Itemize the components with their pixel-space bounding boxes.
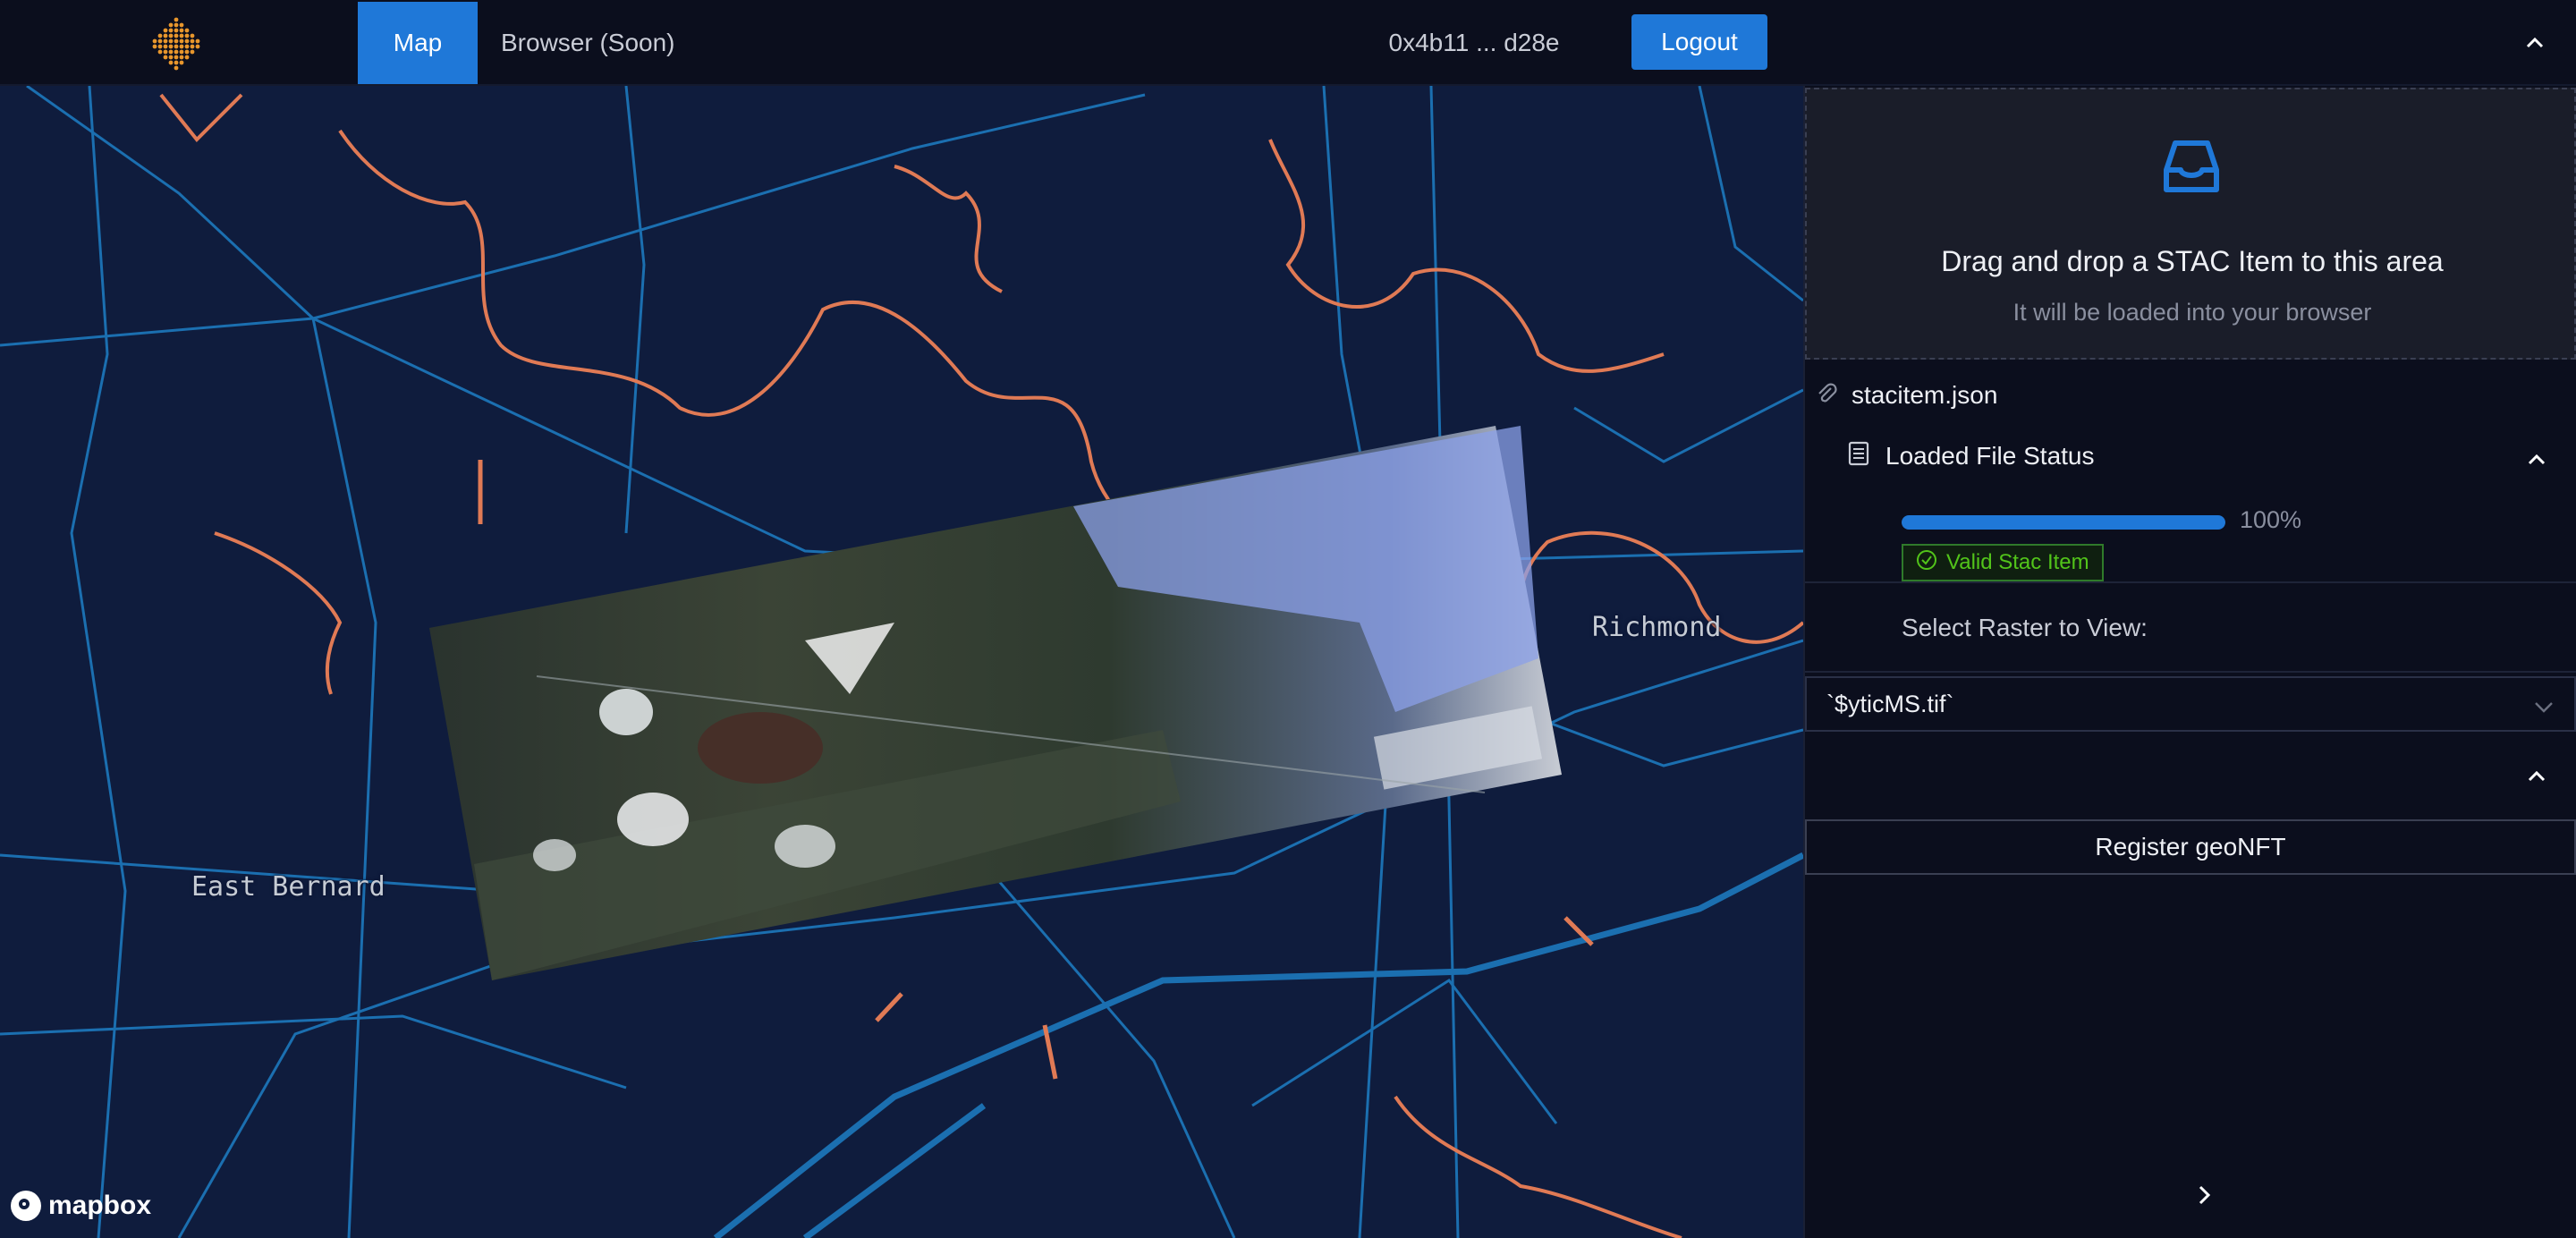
valid-badge-label: Valid Stac Item <box>1946 550 2089 574</box>
status-title: Loaded File Status <box>1885 442 2095 470</box>
divider <box>1805 671 2576 673</box>
valid-stac-badge: Valid Stac Item <box>1902 544 2104 581</box>
file-icon <box>1848 441 1869 472</box>
nav-tab-map[interactable]: Map <box>358 2 478 84</box>
chevron-right-icon[interactable] <box>2188 1179 2220 1211</box>
top-nav-bar: Map Browser (Soon) 0x4b11 ... d28e Logou… <box>0 0 2576 86</box>
map-canvas[interactable]: Richmond East Bernard mapbox <box>0 86 1803 1238</box>
wallet-address: 0x4b11 ... d28e <box>1388 29 1560 56</box>
divider <box>1805 581 2576 583</box>
select-raster-label: Select Raster to View: <box>1902 614 2148 641</box>
logout-button[interactable]: Logout <box>1631 14 1767 70</box>
map-layer <box>0 86 1803 1238</box>
mapbox-attribution[interactable]: mapbox <box>11 1188 151 1224</box>
place-label-east-bernard: East Bernard <box>191 871 386 903</box>
chevron-up-icon[interactable] <box>2519 27 2551 59</box>
right-sidebar: Drag and drop a STAC Item to this area I… <box>1803 86 2576 1238</box>
satellite-raster[interactable] <box>429 426 1562 980</box>
place-label-richmond: Richmond <box>1592 612 1722 643</box>
dropzone-title: Drag and drop a STAC Item to this area <box>1941 245 2444 277</box>
mapbox-wordmark: mapbox <box>48 1191 152 1220</box>
paperclip-icon <box>1816 381 1837 411</box>
logo-icon[interactable] <box>148 16 204 72</box>
load-progress-bar <box>1902 515 2225 530</box>
loaded-file-status-header[interactable]: Loaded File Status <box>1848 438 2095 474</box>
chevron-up-icon[interactable] <box>2521 760 2553 793</box>
dropzone-subtitle: It will be loaded into your browser <box>2012 299 2372 326</box>
chevron-down-icon <box>2533 694 2555 722</box>
check-circle-icon <box>1916 549 1937 577</box>
nav-tab-browser[interactable]: Browser (Soon) <box>501 2 675 84</box>
raster-select[interactable]: `$yticMS.tif` <box>1805 676 2576 732</box>
stac-dropzone[interactable]: Drag and drop a STAC Item to this area I… <box>1805 88 2576 360</box>
register-geonft-button[interactable]: Register geoNFT <box>1805 819 2576 875</box>
mapbox-icon <box>11 1191 41 1221</box>
uploaded-file[interactable]: stacitem.json <box>1816 377 1997 413</box>
file-name: stacitem.json <box>1852 381 1998 409</box>
progress-fill <box>1902 515 2225 530</box>
raster-select-value: `$yticMS.tif` <box>1826 690 1954 717</box>
progress-percent: 100% <box>2240 506 2302 533</box>
inbox-icon <box>2157 132 2225 200</box>
chevron-up-icon[interactable] <box>2521 444 2553 476</box>
highway <box>713 852 1803 1238</box>
